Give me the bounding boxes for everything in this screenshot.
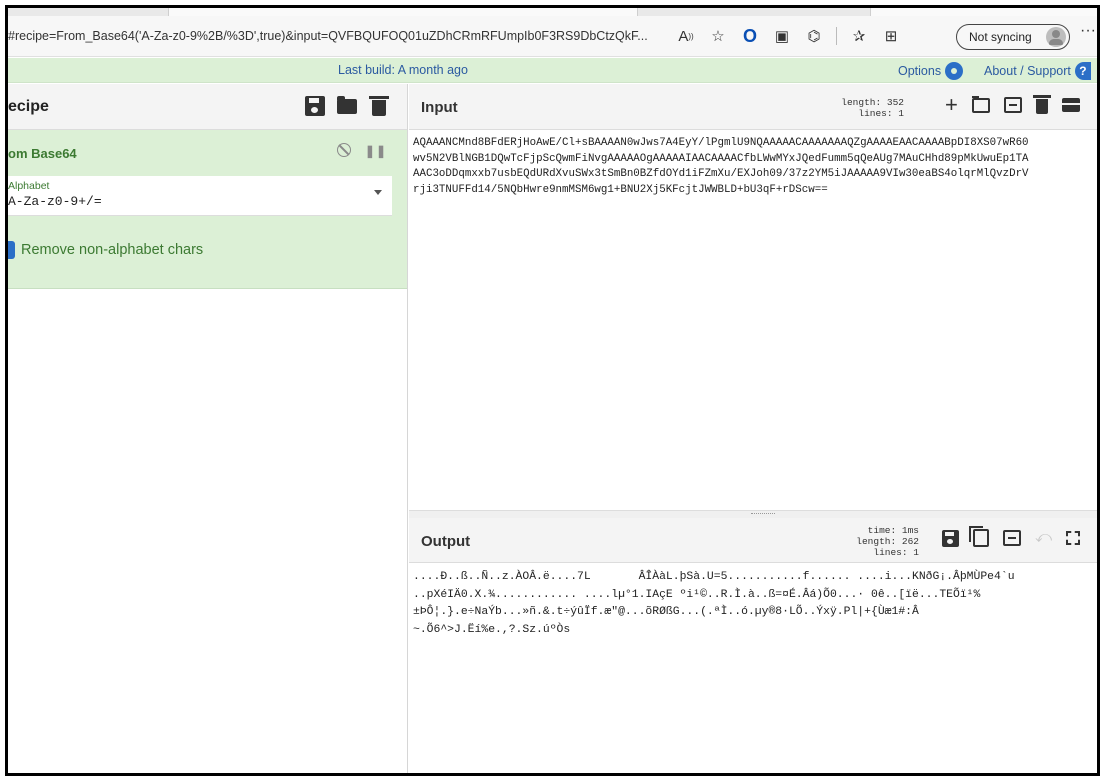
opera-icon[interactable]: O — [734, 22, 766, 50]
input-header: Input length: 352 lines: 1 + — [409, 84, 1097, 130]
output-lines-value: 1 — [913, 547, 919, 558]
input-title: Input — [421, 99, 458, 116]
output-stats: time: 1ms length: 262 lines: 1 — [844, 525, 919, 558]
output-textarea[interactable]: ....Ð..ß..Ñ..z.ÀOÂ.ë....7L ÂÎÀàL.þSà.U=5… — [409, 564, 1097, 773]
save-recipe-icon[interactable] — [305, 96, 325, 116]
last-build-text: Last build: A month ago — [338, 63, 468, 77]
input-lines-label: lines: — [858, 108, 893, 119]
url-text[interactable]: #recipe=From_Base64('A-Za-z0-9%2B/%3D',t… — [8, 29, 670, 43]
about-support-link[interactable]: About / Support ? — [984, 62, 1091, 80]
operation-name: om Base64 — [8, 146, 77, 161]
recipe-header: ecipe — [8, 84, 407, 130]
options-link[interactable]: Options — [898, 62, 964, 80]
extensions-puzzle-icon[interactable]: ⌬ — [798, 22, 830, 50]
save-output-icon[interactable] — [942, 529, 959, 547]
remove-non-alphabet-checkbox[interactable] — [8, 241, 15, 259]
undo-icon: ⤺ — [1035, 529, 1053, 546]
output-line: ..pXéIÄ0.X.¾............ ....lµ°1.IAçE º… — [413, 588, 981, 601]
chevron-down-icon — [374, 190, 382, 195]
alphabet-select[interactable]: Alphabet A-Za-z0-9+/= — [8, 176, 392, 216]
more-icon[interactable]: ··· — [1080, 22, 1096, 40]
input-textarea[interactable]: AQAAANCMnd8BFdERjHoAwE/Cl+sBAAAAN0wJws7A… — [409, 130, 1097, 510]
maximise-icon[interactable] — [1066, 531, 1081, 545]
output-line: ~.Õ6^>J.Ëí%e.,?.Sz.úºÒs — [413, 623, 571, 636]
input-line: wv5N2VBlNGB1DQwTcFjpScQwmFiNvgAAAAAOgAAA… — [413, 152, 1029, 165]
input-line: rji3TNUFFd14/5NQbHwre9nmMSM6wg1+BNU2Xj5K… — [413, 183, 828, 196]
toolbar-divider — [836, 27, 837, 45]
address-bar[interactable]: #recipe=From_Base64('A-Za-z0-9%2B/%3D',t… — [8, 20, 953, 52]
clear-input-trash-icon[interactable] — [1032, 95, 1051, 114]
browser-tab[interactable] — [870, 8, 1097, 16]
copy-output-icon[interactable] — [969, 526, 989, 547]
input-line: AQAAANCMnd8BFdERjHoAwE/Cl+sBAAAAN0wJws7A… — [413, 137, 1029, 149]
output-time-label: time: — [867, 525, 897, 536]
browser-tab[interactable] — [168, 8, 638, 16]
recipe-title: ecipe — [8, 98, 49, 115]
tab-strip — [8, 8, 1097, 16]
favorite-star-icon[interactable]: ☆ — [702, 22, 734, 50]
output-line: ±ÞÔ¦.}.e÷NaÝb...»ñ.&.t÷ýûÏf.æ"@...õRØßG.… — [413, 606, 919, 618]
favorites-icon[interactable]: ✰ — [843, 22, 875, 50]
options-label: Options — [898, 64, 942, 78]
input-output-resize-handle[interactable] — [409, 510, 1097, 518]
output-length-value: 262 — [901, 536, 919, 547]
replace-input-icon[interactable] — [1003, 530, 1021, 546]
app-frame: #recipe=From_Base64('A-Za-z0-9%2B/%3D',t… — [5, 5, 1100, 776]
output-line: ....Ð..ß..Ñ..z.ÀOÂ.ë....7L ÂÎÀàL.þSà.U=5… — [413, 571, 1015, 583]
recipe-panel: ecipe om Base64 ❚❚ Alphabet A-Za-z0-9+/=… — [8, 84, 408, 773]
sync-label: Not syncing — [969, 30, 1032, 44]
avatar-icon — [1046, 27, 1066, 47]
reset-layout-icon[interactable] — [1061, 98, 1080, 112]
build-banner: Last build: A month ago Options About / … — [8, 58, 1097, 83]
extension-icon[interactable]: ▣ — [766, 22, 798, 50]
input-length-label: length: — [841, 97, 882, 108]
input-stats: length: 352 lines: 1 — [839, 97, 904, 119]
open-folder-icon[interactable] — [971, 97, 990, 113]
help-icon: ? — [1074, 62, 1091, 80]
output-time-value: 1ms — [901, 525, 919, 536]
alphabet-label: Alphabet — [8, 180, 50, 192]
output-title: Output — [421, 533, 471, 550]
gear-icon — [945, 62, 964, 80]
about-support-label: About / Support — [984, 64, 1071, 78]
alphabet-value: A-Za-z0-9+/= — [8, 194, 102, 209]
output-header: Output time: 1ms length: 262 lines: 1 ⤺ — [409, 518, 1097, 563]
output-length-label: length: — [856, 536, 897, 547]
browser-toolbar: #recipe=From_Base64('A-Za-z0-9%2B/%3D',t… — [8, 8, 1097, 57]
remove-non-alphabet-label: Remove non-alphabet chars — [21, 242, 204, 258]
input-line: AAC3oDDqmxxb7usbEQdURdXvuSWx3tSmBn0BZfdO… — [413, 168, 1029, 180]
remove-non-alphabet-checkbox-row[interactable]: Remove non-alphabet chars — [8, 241, 203, 259]
input-length-value: 352 — [886, 97, 904, 108]
clear-recipe-trash-icon[interactable] — [369, 96, 389, 116]
sync-button[interactable]: Not syncing — [956, 24, 1070, 50]
operation-from-base64[interactable]: om Base64 ❚❚ Alphabet A-Za-z0-9+/= Remov… — [8, 130, 407, 289]
breakpoint-pause-icon[interactable]: ❚❚ — [365, 143, 387, 158]
load-recipe-folder-icon[interactable] — [337, 96, 357, 114]
input-lines-value: 1 — [898, 108, 904, 119]
read-aloud-icon[interactable]: A)) — [670, 22, 702, 50]
open-file-icon[interactable] — [1003, 97, 1022, 113]
add-tab-plus-icon[interactable]: + — [945, 94, 958, 116]
collections-icon[interactable]: ⊞ — [875, 22, 907, 50]
disable-operation-icon[interactable] — [336, 143, 351, 157]
output-lines-label: lines: — [873, 547, 908, 558]
